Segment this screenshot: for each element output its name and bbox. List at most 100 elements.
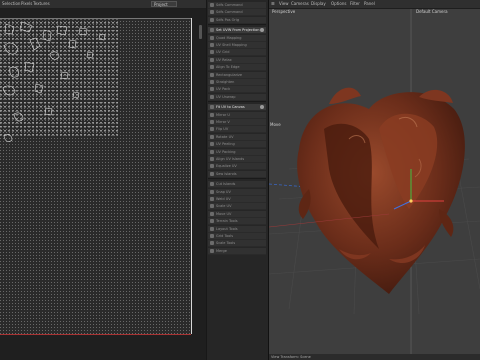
command-item[interactable]: Quad Mapping — [208, 34, 266, 42]
command-icon — [210, 211, 214, 216]
menu-view[interactable]: View — [279, 0, 289, 8]
command-label: Rectangularize — [216, 72, 243, 77]
menu-panel[interactable]: Panel — [364, 0, 375, 8]
command-icon — [210, 248, 214, 253]
command-item[interactable]: Scale Tools — [208, 240, 266, 248]
command-label: UV Shell Mapping — [216, 43, 247, 47]
command-item[interactable]: Terrain Tools — [208, 218, 266, 226]
command-icon — [210, 80, 214, 84]
command-item[interactable]: Scale UV — [208, 203, 266, 211]
command-item[interactable]: Layout Tools — [208, 225, 266, 233]
command-icon — [210, 50, 214, 55]
command-separator — [208, 178, 266, 180]
command-item[interactable]: Align UV Islands — [208, 156, 266, 163]
command-item[interactable]: Sdfs Command — [208, 9, 266, 17]
command-item[interactable]: Equalize UV — [208, 163, 266, 171]
command-item[interactable]: UV Pack — [208, 86, 266, 94]
command-label: UV Relax — [216, 57, 232, 62]
command-label: Sdfs Pos Orig — [216, 17, 240, 22]
command-icon — [210, 197, 214, 201]
gear-icon[interactable] — [260, 105, 264, 110]
command-item[interactable]: UV Packing — [208, 148, 266, 156]
uv-scrollbar[interactable] — [199, 25, 202, 39]
command-item[interactable]: UV Peeling — [208, 141, 266, 149]
command-icon — [210, 134, 214, 139]
command-icon — [210, 10, 214, 15]
command-label: UV Grid — [216, 50, 230, 55]
3d-viewport[interactable] — [268, 9, 480, 354]
command-label: Straighten — [216, 80, 235, 84]
command-icon — [210, 219, 214, 224]
gear-icon[interactable] — [260, 28, 264, 33]
command-item[interactable]: UV Shell Mapping — [208, 42, 266, 49]
command-icon — [210, 120, 214, 124]
command-item[interactable]: Flip UV — [208, 126, 266, 134]
menu-selection[interactable]: Selection — [2, 0, 20, 8]
command-icon — [210, 72, 214, 77]
command-item[interactable]: Sew Islands — [208, 170, 266, 178]
command-label: Grid Tools — [216, 234, 234, 238]
viewport-menu-icon[interactable]: ☰ — [271, 0, 275, 8]
command-icon — [210, 182, 214, 187]
command-icon — [210, 234, 214, 238]
command-icon — [210, 112, 214, 117]
command-item[interactable]: Snap UV — [208, 188, 266, 196]
command-item[interactable]: Sdfs Pos Orig — [208, 16, 266, 24]
command-label: Sew Islands — [216, 171, 237, 176]
command-label: UV Peeling — [216, 142, 235, 147]
command-icon — [210, 171, 214, 176]
command-icon — [210, 127, 214, 132]
command-label: Layout Tools — [216, 226, 238, 231]
command-label: Merge — [216, 248, 227, 253]
command-item[interactable]: UV Unwrap — [208, 93, 266, 101]
command-label: Snap UV — [216, 189, 231, 194]
command-item[interactable]: Move UV — [208, 210, 266, 218]
command-label: Terrain Tools — [216, 219, 238, 224]
command-icon — [210, 94, 214, 99]
command-item[interactable]: UV Relax — [208, 56, 266, 64]
command-item[interactable]: Grid Tools — [208, 233, 266, 240]
command-item[interactable]: Cut Islands — [208, 181, 266, 189]
command-item[interactable]: Mirror V — [208, 119, 266, 126]
command-item[interactable]: Straighten — [208, 79, 266, 86]
command-icon — [210, 87, 214, 92]
command-label: Set UVW From Projection — [216, 28, 260, 33]
project-select[interactable]: Project — [151, 1, 177, 7]
menu-filter[interactable]: Filter — [350, 0, 360, 8]
command-label: Sdfs Command — [216, 3, 243, 7]
viewport-menubar: ☰ View Cameras Display Options Filter Pa… — [269, 0, 480, 9]
viewport-scene — [268, 9, 480, 354]
viewport-mode-label: Move — [270, 122, 281, 127]
command-icon — [210, 142, 214, 147]
command-item[interactable]: Sdfs Command — [208, 2, 266, 9]
command-item[interactable]: UV Grid — [208, 49, 266, 57]
viewport-camera-label[interactable]: Default Camera — [416, 9, 448, 15]
command-label: Move UV — [216, 211, 232, 216]
command-item[interactable]: Rectangularize — [208, 71, 266, 79]
chocolate-heart-model — [297, 87, 465, 294]
command-label: Align To Edge — [216, 65, 240, 70]
menu-pixels[interactable]: Pixels — [21, 0, 32, 8]
command-icon — [210, 189, 214, 194]
viewport-perspective-label[interactable]: Perspective — [272, 9, 295, 15]
uv-tile[interactable] — [0, 18, 191, 334]
command-item[interactable]: Align To Edge — [208, 64, 266, 72]
command-item[interactable]: Fit UV to Canvas — [208, 104, 266, 112]
command-item[interactable]: Weld UV — [208, 196, 266, 203]
menu-textures[interactable]: Textures — [33, 0, 50, 8]
command-label: Mirror U — [216, 112, 230, 117]
command-item[interactable]: Set UVW From Projection — [208, 27, 266, 35]
command-icon — [210, 241, 214, 246]
menu-options[interactable]: Options — [331, 0, 346, 8]
menu-display[interactable]: Display — [311, 0, 326, 8]
command-item[interactable]: Merge — [208, 247, 266, 255]
command-label: Align UV Islands — [216, 157, 245, 161]
command-item[interactable]: Mirror U — [208, 111, 266, 119]
menu-cameras[interactable]: Cameras — [291, 0, 309, 8]
command-icon — [210, 3, 214, 7]
command-item[interactable]: Rotate UV — [208, 133, 266, 141]
command-label: Fit UV to Canvas — [216, 105, 245, 110]
command-icon — [210, 157, 214, 161]
command-icon — [210, 57, 214, 62]
command-label: UV Unwrap — [216, 94, 236, 99]
